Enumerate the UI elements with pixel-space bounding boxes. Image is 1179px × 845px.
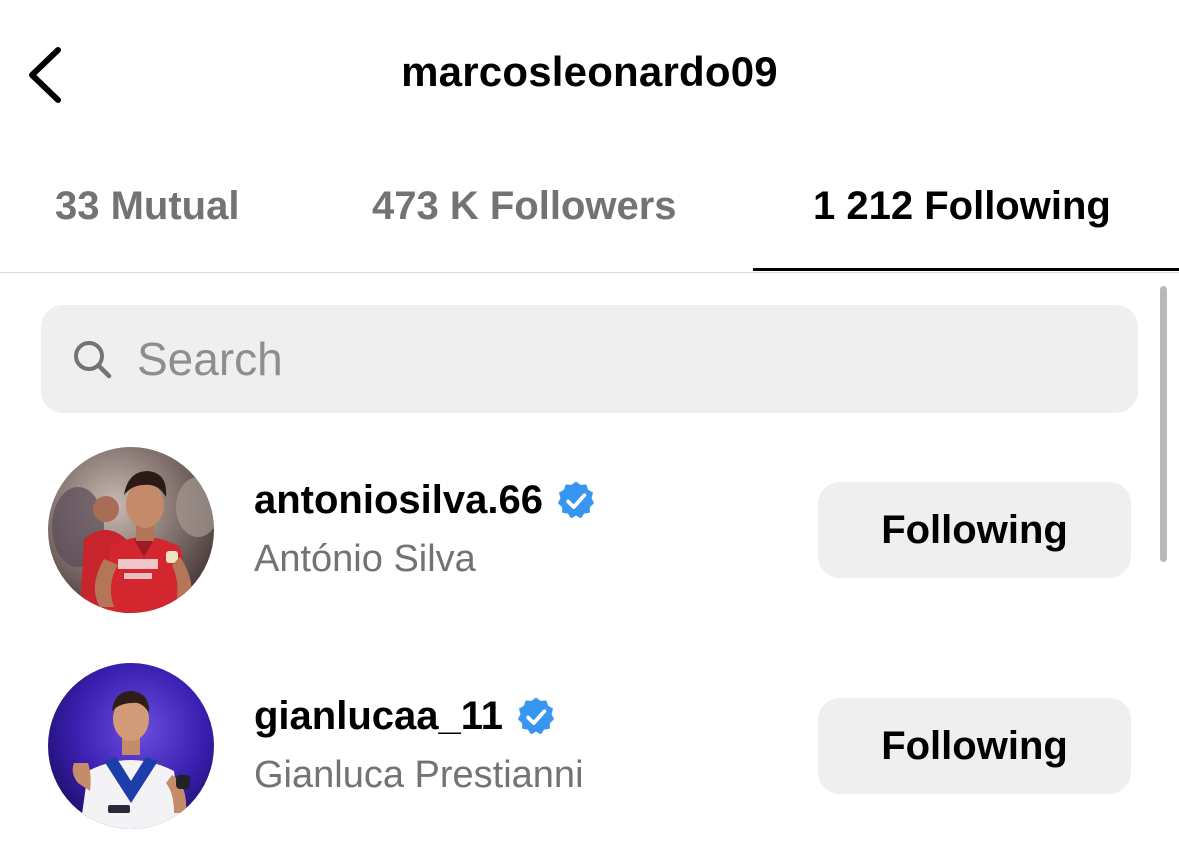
search-bar[interactable] bbox=[41, 305, 1138, 413]
avatar[interactable] bbox=[48, 663, 214, 829]
tab-following[interactable]: 1 212 Following bbox=[813, 184, 1111, 229]
verified-badge-icon bbox=[517, 697, 555, 734]
username: gianlucaa_11 bbox=[254, 694, 504, 738]
full-name: Gianluca Prestianni bbox=[254, 754, 584, 796]
active-tab-indicator bbox=[753, 268, 1179, 271]
full-name: António Silva bbox=[254, 538, 476, 580]
scrollbar[interactable] bbox=[1160, 286, 1167, 562]
username-line[interactable]: gianlucaa_11 bbox=[254, 694, 557, 739]
verified-badge-icon bbox=[557, 481, 595, 518]
search-input[interactable] bbox=[137, 305, 1097, 413]
top-bar: marcosleonardo09 bbox=[0, 0, 1179, 150]
following-button[interactable]: Following bbox=[818, 698, 1131, 794]
list-item[interactable]: gianlucaa_11 Gianluca Prestianni Followi… bbox=[0, 656, 1150, 836]
username-line[interactable]: antoniosilva.66 bbox=[254, 478, 597, 523]
search-icon bbox=[74, 341, 112, 379]
tab-followers[interactable]: 473 K Followers bbox=[372, 184, 677, 229]
following-button[interactable]: Following bbox=[818, 482, 1131, 578]
username: antoniosilva.66 bbox=[254, 478, 543, 522]
tab-bar: 33 Mutual 473 K Followers 1 212 Followin… bbox=[0, 160, 1179, 273]
page-title: marcosleonardo09 bbox=[401, 48, 778, 95]
tab-mutual[interactable]: 33 Mutual bbox=[55, 184, 239, 229]
avatar[interactable] bbox=[48, 447, 214, 613]
list-item[interactable]: antoniosilva.66 António Silva Following bbox=[0, 440, 1150, 620]
